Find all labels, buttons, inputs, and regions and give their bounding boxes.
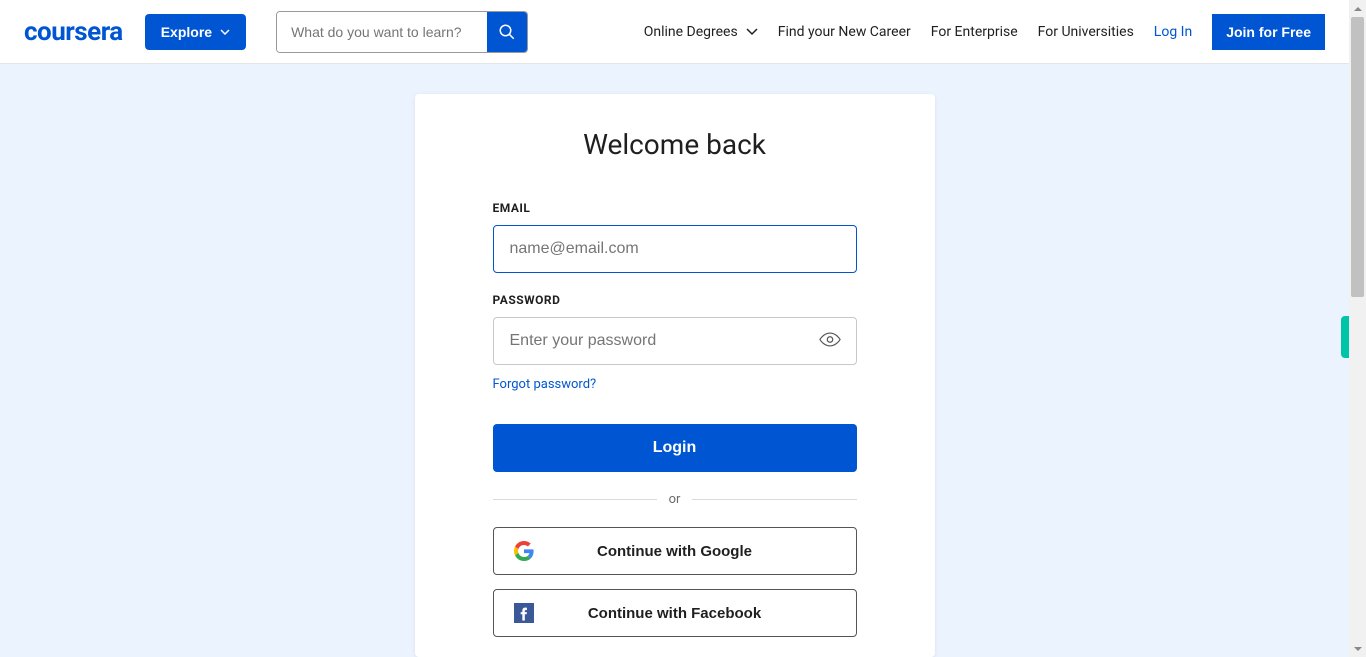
divider-line [493,499,657,500]
forgot-password-link[interactable]: Forgot password? [493,377,597,392]
email-label: EMAIL [493,201,857,215]
join-for-free-button[interactable]: Join for Free [1212,14,1325,50]
search-button[interactable] [487,12,527,52]
divider-text: or [669,492,681,507]
divider-line [692,499,856,500]
triangle-down-icon [1353,644,1363,654]
login-button[interactable]: Login [493,424,857,472]
password-field[interactable] [493,317,857,365]
header: coursera Explore Online Degrees Find you… [0,0,1349,64]
continue-google-button[interactable]: Continue with Google [493,527,857,575]
search-container [276,11,528,53]
scroll-up-button[interactable] [1349,0,1366,17]
nav-right: Online Degrees Find your New Career For … [644,14,1325,50]
coursera-logo[interactable]: coursera [24,17,123,47]
continue-facebook-label: Continue with Facebook [512,605,838,622]
password-wrap [493,317,857,365]
nav-online-degrees-label: Online Degrees [644,24,738,40]
nav-online-degrees[interactable]: Online Degrees [644,24,758,40]
nav-new-career[interactable]: Find your New Career [778,24,911,40]
continue-facebook-button[interactable]: Continue with Facebook [493,589,857,637]
continue-google-label: Continue with Google [512,543,838,560]
search-icon [498,23,516,41]
login-title: Welcome back [493,128,857,161]
main-area: Welcome back EMAIL PASSWORD Forgot passw… [0,64,1349,657]
scroll-thumb[interactable] [1351,17,1364,297]
triangle-up-icon [1353,4,1363,14]
nav-enterprise[interactable]: For Enterprise [931,24,1018,40]
nav-universities[interactable]: For Universities [1038,24,1134,40]
explore-button[interactable]: Explore [145,14,246,50]
nav-login[interactable]: Log In [1154,24,1192,40]
feedback-tab[interactable] [1341,316,1349,358]
chevron-down-icon [220,29,230,35]
scroll-down-button[interactable] [1349,640,1366,657]
facebook-icon [514,603,534,623]
eye-icon [819,332,841,348]
chevron-down-icon [746,28,758,36]
show-password-button[interactable] [815,328,845,355]
search-input[interactable] [277,12,487,52]
google-icon [514,541,534,561]
explore-label: Explore [161,24,212,40]
scrollbar[interactable] [1349,0,1366,657]
email-field[interactable] [493,225,857,273]
divider: or [493,492,857,507]
password-label: PASSWORD [493,293,857,307]
login-card: Welcome back EMAIL PASSWORD Forgot passw… [415,94,935,657]
